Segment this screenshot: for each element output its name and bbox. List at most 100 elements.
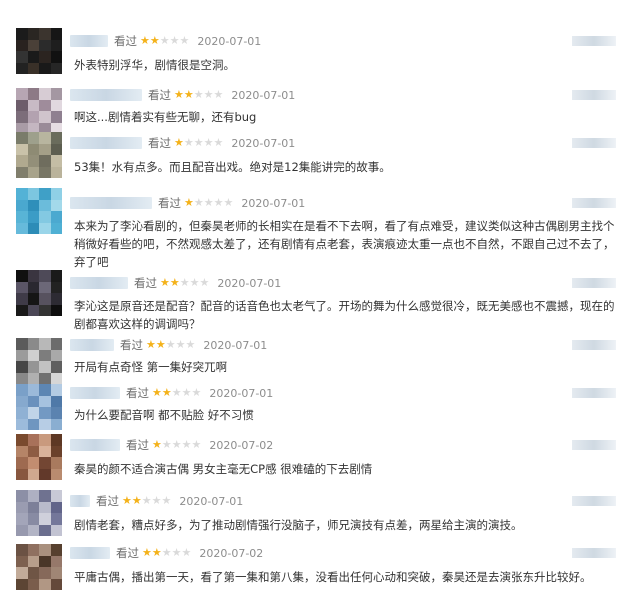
review-text: 53集！水有点多。而且配音出戏。绝对是12集能讲完的故事。: [74, 160, 391, 174]
review-text: 啊这...剧情着实有些无聊，还有bug: [74, 110, 257, 124]
username-blurred[interactable]: [70, 495, 90, 507]
star-empty-icon: ★: [141, 494, 152, 507]
review-text: 本来为了李沁看剧的，但秦昊老师的长相实在是看不下去啊，看了有点难受，建议类似这种…: [74, 219, 615, 269]
review-meta: 看过 ★ ★ ★ ★ ★ 2020-07-02: [70, 546, 263, 560]
review-meta: 看过 ★ ★ ★ ★ ★ 2020-07-01: [70, 338, 267, 352]
avatar[interactable]: [16, 384, 62, 430]
review-date: 2020-07-02: [209, 438, 274, 452]
review-date: 2020-07-02: [199, 546, 264, 560]
rating-stars: ★ ★ ★ ★ ★: [142, 547, 191, 559]
rating-stars: ★ ★ ★ ★ ★: [146, 339, 195, 351]
star-empty-icon: ★: [185, 338, 196, 351]
votes-blurred[interactable]: [572, 340, 616, 350]
rating-stars: ★ ★ ★ ★ ★: [160, 277, 209, 289]
username-blurred[interactable]: [70, 339, 114, 351]
star-empty-icon: ★: [213, 136, 224, 149]
avatar[interactable]: [16, 132, 62, 178]
star-empty-icon: ★: [193, 136, 204, 149]
review-meta: 看过 ★ ★ ★ ★ ★ 2020-07-01: [70, 386, 273, 400]
star-filled-icon: ★: [184, 196, 194, 209]
star-empty-icon: ★: [191, 386, 202, 399]
rating-stars: ★ ★ ★ ★ ★: [152, 439, 201, 451]
star-filled-icon: ★: [151, 546, 162, 559]
star-filled-icon: ★: [160, 276, 170, 289]
star-empty-icon: ★: [181, 438, 192, 451]
review-text: 剧情老套，糟点好多，为了推动剧情强行没脑子，师兄演技有点差，两星给主演的演技。: [74, 518, 523, 532]
avatar[interactable]: [16, 88, 62, 134]
star-filled-icon: ★: [161, 386, 172, 399]
username-blurred[interactable]: [70, 547, 110, 559]
star-empty-icon: ★: [171, 386, 182, 399]
review-date: 2020-07-01: [241, 196, 306, 210]
watched-status: 看过: [134, 276, 157, 290]
votes-blurred[interactable]: [572, 90, 616, 100]
rating-stars: ★ ★ ★ ★ ★: [122, 495, 171, 507]
review-text: 外表特别浮华，剧情很是空洞。: [74, 58, 235, 72]
review-date: 2020-07-01: [231, 136, 296, 150]
star-empty-icon: ★: [179, 34, 190, 47]
rating-stars: ★ ★ ★ ★ ★: [152, 387, 201, 399]
star-empty-icon: ★: [161, 494, 172, 507]
rating-stars: ★ ★ ★ ★ ★: [174, 137, 223, 149]
star-filled-icon: ★: [142, 546, 152, 559]
username-blurred[interactable]: [70, 387, 120, 399]
star-empty-icon: ★: [193, 196, 204, 209]
star-filled-icon: ★: [183, 88, 194, 101]
votes-blurred[interactable]: [572, 496, 616, 506]
votes-blurred[interactable]: [572, 548, 616, 558]
votes-blurred[interactable]: [572, 36, 616, 46]
star-filled-icon: ★: [149, 34, 160, 47]
avatar[interactable]: [16, 270, 62, 316]
votes-blurred[interactable]: [572, 388, 616, 398]
star-empty-icon: ★: [181, 386, 192, 399]
star-empty-icon: ★: [161, 438, 172, 451]
star-empty-icon: ★: [165, 338, 176, 351]
username-blurred[interactable]: [70, 197, 152, 209]
username-blurred[interactable]: [70, 277, 128, 289]
review-text: 开局有点奇怪 第一集好突兀啊: [74, 360, 228, 374]
review-meta: 看过 ★ ★ ★ ★ ★ 2020-07-01: [70, 88, 295, 102]
username-blurred[interactable]: [70, 35, 108, 47]
review-date: 2020-07-01: [203, 338, 268, 352]
review-text: 李沁这是原音还是配音？配音的话音色也太老气了。开场的舞为什么感觉很冷，既无美感也…: [74, 299, 615, 331]
review-meta: 看过 ★ ★ ★ ★ ★ 2020-07-01: [70, 276, 281, 290]
star-empty-icon: ★: [213, 88, 224, 101]
star-empty-icon: ★: [203, 88, 214, 101]
star-filled-icon: ★: [152, 386, 162, 399]
avatar[interactable]: [16, 188, 62, 234]
review-date: 2020-07-01: [231, 88, 296, 102]
star-empty-icon: ★: [213, 196, 224, 209]
review-text: 平庸古偶，播出第一天，看了第一集和第八集，没看出任何心动和突破，秦昊还是去演张东…: [74, 570, 592, 584]
star-empty-icon: ★: [191, 438, 202, 451]
star-empty-icon: ★: [151, 494, 162, 507]
avatar[interactable]: [16, 28, 62, 74]
votes-blurred[interactable]: [572, 138, 616, 148]
review-meta: 看过 ★ ★ ★ ★ ★ 2020-07-01: [70, 34, 261, 48]
votes-blurred[interactable]: [572, 440, 616, 450]
star-empty-icon: ★: [223, 196, 234, 209]
avatar[interactable]: [16, 338, 62, 384]
username-blurred[interactable]: [70, 137, 142, 149]
watched-status: 看过: [116, 546, 139, 560]
star-empty-icon: ★: [181, 546, 192, 559]
star-empty-icon: ★: [189, 276, 200, 289]
star-filled-icon: ★: [131, 494, 142, 507]
watched-status: 看过: [126, 438, 149, 452]
watched-status: 看过: [148, 88, 171, 102]
avatar[interactable]: [16, 434, 62, 480]
votes-blurred[interactable]: [572, 198, 616, 208]
username-blurred[interactable]: [70, 89, 142, 101]
review-meta: 看过 ★ ★ ★ ★ ★ 2020-07-02: [70, 438, 273, 452]
votes-blurred[interactable]: [572, 278, 616, 288]
review-date: 2020-07-01: [197, 34, 262, 48]
star-empty-icon: ★: [169, 34, 180, 47]
star-empty-icon: ★: [203, 136, 214, 149]
username-blurred[interactable]: [70, 439, 120, 451]
avatar[interactable]: [16, 490, 62, 536]
star-empty-icon: ★: [159, 34, 170, 47]
star-filled-icon: ★: [169, 276, 180, 289]
avatar[interactable]: [16, 544, 62, 590]
review-text: 秦昊的颜不适合演古偶 男女主毫无CP感 很难磕的下去剧情: [74, 462, 373, 476]
star-empty-icon: ★: [203, 196, 214, 209]
review-date: 2020-07-01: [179, 494, 244, 508]
